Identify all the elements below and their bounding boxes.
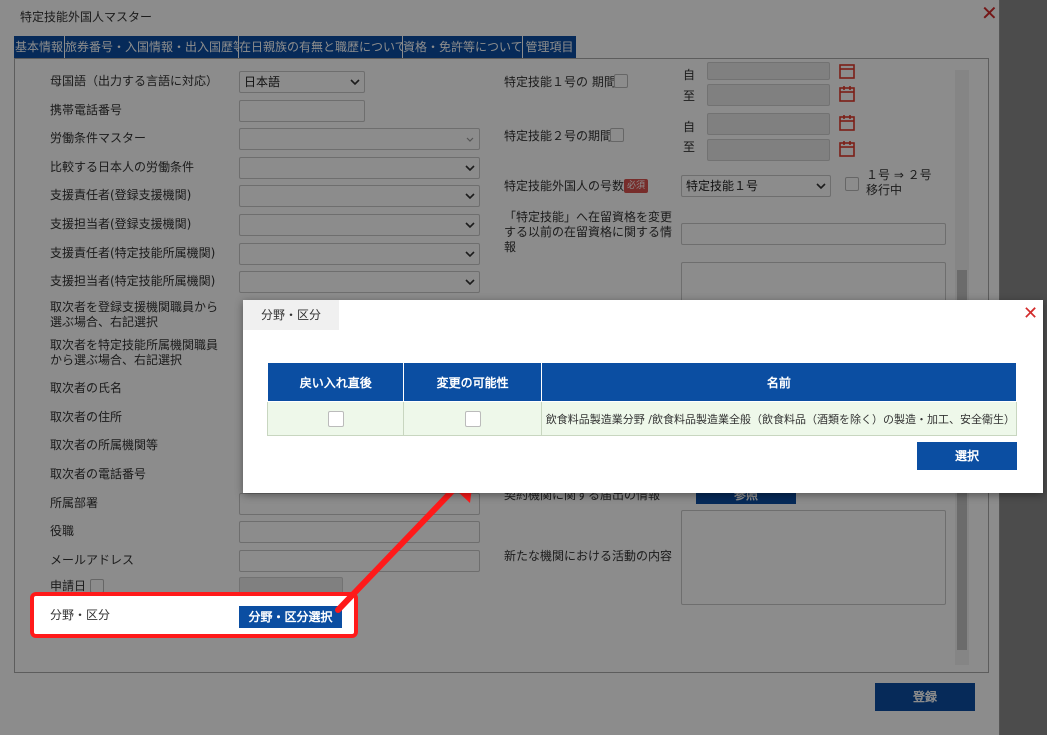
after-hire-cell	[266, 401, 405, 436]
modal-select-button[interactable]: 選択	[917, 442, 1017, 470]
table-row[interactable]: 飲食料品製造業分野 /飲食料品製造業全般（飲食料品（酒類を除く）の製造・加工、安…	[266, 401, 1018, 436]
field-name-cell: 飲食料品製造業分野 /飲食料品製造業全般（飲食料品（酒類を除く）の製造・加工、安…	[540, 401, 1018, 436]
change-possibility-cell	[403, 401, 542, 436]
header-name: 名前	[540, 362, 1018, 402]
modal-close-icon[interactable]: ✕	[1023, 303, 1038, 324]
after-hire-checkbox[interactable]	[327, 410, 344, 427]
modal-title: 分野・区分	[243, 300, 339, 330]
header-after-hire: 戻い入れ直後	[266, 362, 405, 402]
field-category-table: 戻い入れ直後 変更の可能性 名前 飲食料品製造業分野 /飲食料品製造業全般（飲食…	[266, 362, 1018, 436]
header-change-possibility: 変更の可能性	[403, 362, 542, 402]
change-possibility-checkbox[interactable]	[464, 410, 481, 427]
highlight-box: 分野・区分 分野・区分選択	[30, 592, 358, 638]
label-field-category: 分野・区分	[50, 608, 111, 622]
field-category-modal: 分野・区分 ✕ 戻い入れ直後 変更の可能性 名前 飲食料品製造業分野 /飲食料品…	[243, 300, 1043, 493]
